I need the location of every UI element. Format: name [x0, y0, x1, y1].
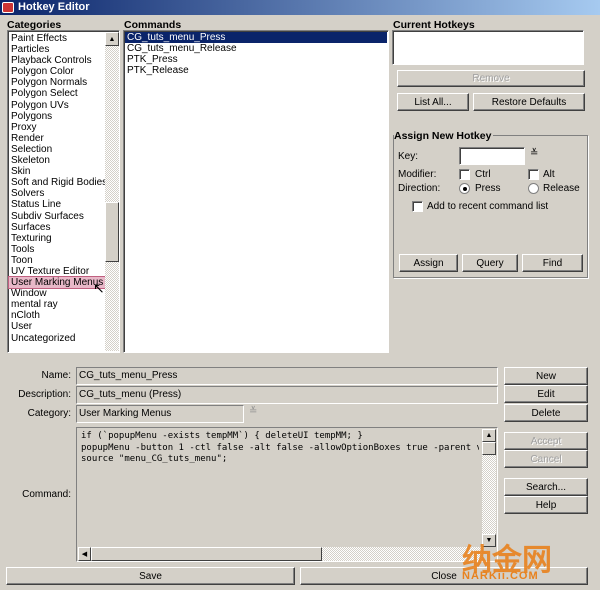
title-bar: Hotkey Editor	[0, 0, 600, 15]
list-item[interactable]: Paint Effects	[9, 33, 105, 44]
alt-checkbox[interactable]	[528, 169, 539, 180]
scroll-thumb[interactable]	[482, 442, 496, 455]
app-icon	[2, 2, 14, 13]
new-button[interactable]: New	[504, 367, 588, 385]
list-item[interactable]: Texturing	[9, 233, 105, 244]
query-button[interactable]: Query	[462, 254, 518, 272]
category-label: Category:	[27, 408, 71, 419]
description-label: Description:	[18, 389, 71, 400]
list-item[interactable]: Window	[9, 288, 105, 299]
recent-checkbox[interactable]	[412, 201, 423, 212]
command-text[interactable]: if (`popupMenu -exists tempMM`) { delete…	[77, 428, 479, 546]
category-dropdown-icon[interactable]: ≚	[249, 406, 257, 417]
cancel-button[interactable]: Cancel	[504, 450, 588, 468]
list-item[interactable]: Particles	[9, 44, 105, 55]
help-button[interactable]: Help	[504, 496, 588, 514]
command-editor[interactable]: if (`popupMenu -exists tempMM`) { delete…	[76, 427, 498, 562]
list-item[interactable]: Polygon Select	[9, 88, 105, 99]
list-item[interactable]: PTK_Press	[125, 54, 387, 65]
key-label: Key:	[398, 151, 419, 162]
list-item[interactable]: User	[9, 321, 105, 332]
key-input[interactable]	[459, 147, 525, 165]
list-item[interactable]: Soft and Rigid Bodies	[9, 177, 107, 188]
categories-list[interactable]: Paint Effects Particles Playback Controls P…	[7, 30, 120, 353]
list-item[interactable]: mental ray	[9, 299, 105, 310]
find-button[interactable]: Find	[522, 254, 583, 272]
command-vscrollbar[interactable]: ▲ ▼	[482, 429, 496, 547]
restore-defaults-button[interactable]: Restore Defaults	[473, 93, 585, 111]
direction-label: Direction:	[398, 183, 441, 194]
list-item[interactable]: PTK_Release	[125, 65, 387, 76]
modifier-label: Modifier:	[398, 169, 437, 180]
list-item[interactable]: Surfaces	[9, 222, 105, 233]
edit-button[interactable]: Edit	[504, 385, 588, 403]
description-field[interactable]: CG_tuts_menu (Press)	[76, 386, 498, 404]
list-item[interactable]: Skeleton	[9, 155, 105, 166]
list-item[interactable]: Proxy	[9, 122, 105, 133]
list-item[interactable]: Polygons	[9, 111, 105, 122]
list-item[interactable]: User Marking Menus	[8, 276, 106, 290]
current-hotkeys-list[interactable]	[392, 30, 584, 65]
list-item[interactable]: Toon	[9, 255, 105, 266]
search-button[interactable]: Search...	[504, 478, 588, 496]
command-label: Command:	[22, 489, 71, 500]
list-item[interactable]: Polygon Normals	[9, 77, 105, 88]
categories-scrollbar[interactable]: ▲	[105, 32, 119, 351]
list-item[interactable]: Polygon Color	[9, 66, 105, 77]
category-field[interactable]: User Marking Menus	[76, 405, 244, 423]
ctrl-label: Ctrl	[475, 169, 491, 180]
list-item[interactable]: Selection	[9, 144, 105, 155]
list-item[interactable]: Render	[9, 133, 105, 144]
press-radio[interactable]	[459, 183, 470, 194]
list-all-button[interactable]: List All...	[397, 93, 469, 111]
list-item[interactable]: Status Line	[9, 199, 105, 210]
ctrl-checkbox[interactable]	[459, 169, 470, 180]
alt-label: Alt	[543, 169, 555, 180]
name-field[interactable]: CG_tuts_menu_Press	[76, 367, 498, 385]
list-item[interactable]: Solvers	[9, 188, 105, 199]
name-label: Name:	[41, 370, 71, 381]
assign-label: Assign New Hotkey	[394, 130, 494, 142]
list-item[interactable]: UV Texture Editor	[9, 266, 105, 277]
list-item[interactable]: CG_tuts_menu_Press	[125, 32, 387, 44]
release-radio[interactable]	[528, 183, 539, 194]
list-item[interactable]: CG_tuts_menu_Release	[125, 43, 387, 54]
window-title: Hotkey Editor	[18, 1, 90, 13]
commands-list[interactable]: CG_tuts_menu_Press CG_tuts_menu_Release PT…	[123, 30, 389, 353]
remove-button[interactable]: Remove	[397, 70, 585, 87]
recent-label: Add to recent command list	[427, 201, 549, 212]
list-item[interactable]: nCloth	[9, 310, 105, 321]
list-item[interactable]: Subdiv Surfaces	[9, 211, 105, 222]
list-item[interactable]: Uncategorized	[9, 333, 105, 344]
watermark-sub: NARKii.COM	[462, 570, 539, 582]
key-dropdown-icon[interactable]: ≚	[530, 148, 538, 159]
scroll-thumb[interactable]	[91, 547, 322, 561]
accept-button[interactable]: Accept	[504, 432, 588, 450]
assign-button[interactable]: Assign	[399, 254, 458, 272]
save-button[interactable]: Save	[6, 567, 295, 585]
mouse-cursor-icon: ↖	[93, 280, 105, 296]
list-item[interactable]: Playback Controls	[9, 55, 105, 66]
press-label: Press	[475, 183, 501, 194]
scroll-left-arrow[interactable]: ◀	[78, 547, 91, 561]
scroll-up-arrow[interactable]: ▲	[105, 32, 119, 46]
list-item[interactable]: Tools	[9, 244, 105, 255]
command-hscrollbar[interactable]: ◀	[78, 547, 482, 561]
delete-button[interactable]: Delete	[504, 404, 588, 422]
list-item[interactable]: Polygon UVs	[9, 100, 105, 111]
scroll-up-arrow[interactable]: ▲	[482, 429, 496, 442]
release-label: Release	[543, 183, 580, 194]
scroll-thumb[interactable]	[105, 202, 119, 262]
list-item[interactable]: Skin	[9, 166, 105, 177]
